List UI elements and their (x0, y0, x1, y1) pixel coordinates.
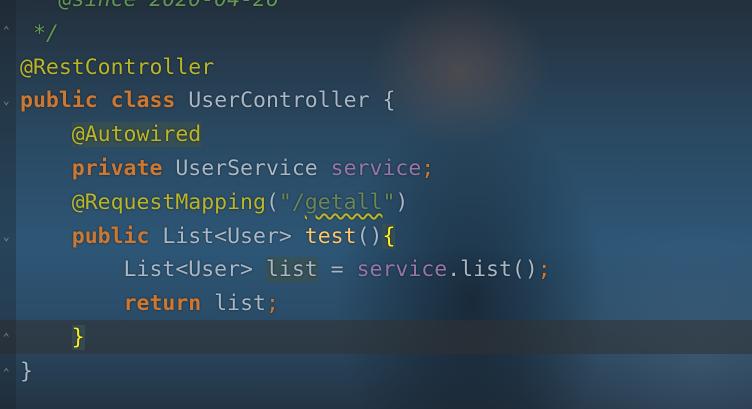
code-line-since[interactable]: * @since 2020-04-26 (20, 0, 551, 17)
code-token: () (356, 223, 383, 249)
code-token: ; (421, 155, 435, 181)
code-token: UserService (162, 155, 331, 181)
code-token: */ (20, 20, 59, 46)
code-token: ( (265, 189, 279, 215)
code-line-method-close[interactable]: } (20, 321, 551, 355)
code-line-return-stmt[interactable]: return list; (20, 287, 551, 321)
code-line-request-mapping[interactable]: @RequestMapping("/getall") (20, 186, 551, 220)
code-token: " (382, 189, 396, 215)
code-token: * (20, 0, 59, 12)
code-token: "/ (278, 189, 305, 215)
code-line-autowired[interactable]: @Autowired (20, 118, 551, 152)
code-token: UserController { (175, 88, 396, 114)
code-token: .list() (447, 257, 538, 283)
code-token: List<User> (149, 223, 305, 249)
fold-class-icon[interactable]: ⌄ (3, 95, 12, 106)
fold-class-end-icon[interactable]: ⌃ (3, 367, 12, 378)
code-token: @RestController (20, 54, 215, 80)
code-token: class (110, 88, 176, 114)
code-line-comment-end[interactable]: */ (20, 17, 551, 51)
code-line-rest-controller[interactable]: @RestController (20, 51, 551, 85)
code-token: list (201, 291, 266, 317)
code-token: List<User> (20, 257, 266, 283)
code-token: private (71, 155, 163, 181)
code-token: { (382, 223, 396, 249)
code-token: } (20, 358, 33, 384)
code-token: test (304, 223, 357, 249)
code-token: ) (395, 189, 409, 215)
code-token: list (265, 257, 318, 283)
code-line-field-decl[interactable]: private UserService service; (20, 152, 551, 186)
code-token: getall (304, 189, 383, 215)
code-text[interactable]: * @since 2020-04-26 */ @RestController pub… (20, 0, 551, 389)
fold-method-end-icon[interactable]: ⌃ (3, 332, 12, 343)
code-line-method-decl[interactable]: public List<User> test(){ (20, 220, 551, 254)
code-token: service (330, 155, 422, 181)
code-token: @Autowired (71, 122, 202, 148)
code-token: @RequestMapping (71, 189, 266, 215)
code-token: public (71, 223, 150, 249)
code-token: public (20, 88, 98, 114)
editor-gutter: ⌃ ⌄ ⌄ ⌃ ⌃ (0, 0, 16, 409)
code-token: ; (537, 257, 551, 283)
code-token: = (317, 257, 357, 283)
code-token: service (356, 257, 448, 283)
code-editor[interactable]: ⌃ ⌄ ⌄ ⌃ ⌃ * @since 2020-04-26 */ @RestCon… (0, 0, 752, 409)
code-line-class-decl[interactable]: public class UserController { (20, 84, 551, 118)
code-token: } (71, 324, 85, 350)
code-token: @since (59, 0, 137, 12)
code-line-class-close[interactable]: } (20, 355, 551, 389)
fold-method-icon[interactable]: ⌄ (3, 231, 12, 242)
code-token: ; (265, 291, 279, 317)
code-line-list-assign[interactable]: List<User> list = service.list(); (20, 253, 551, 287)
code-token: 2020-04-26 (137, 0, 278, 12)
fold-comment-icon[interactable]: ⌃ (3, 25, 12, 36)
code-token: return (123, 291, 202, 317)
